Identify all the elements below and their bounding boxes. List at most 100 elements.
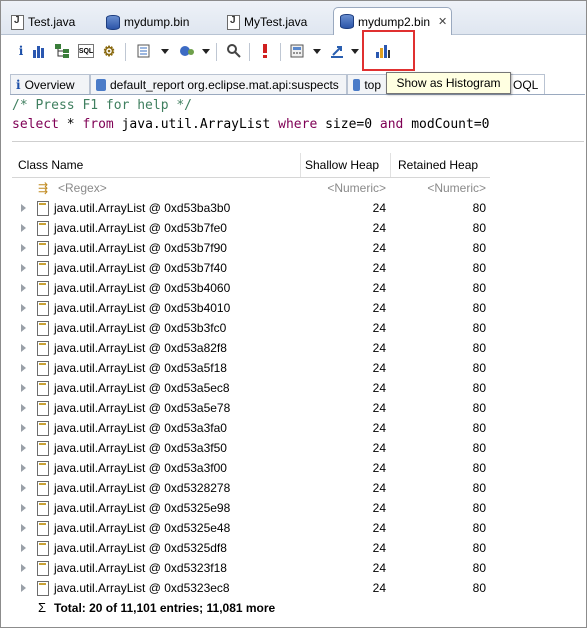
expand-arrow-icon[interactable] [21,304,26,312]
expand-arrow-icon[interactable] [21,564,26,572]
table-row[interactable]: java.util.ArrayList @ 0xd53b7fe0 24 80 [12,218,490,238]
table-row[interactable]: java.util.ArrayList @ 0xd53a82f8 24 80 [12,338,490,358]
tab-overview[interactable]: i Overview [10,74,90,94]
shallow-heap-cell: 24 [372,421,386,435]
column-header-shallow-heap[interactable]: Shallow Heap [305,158,379,172]
expand-arrow-icon[interactable] [21,284,26,292]
tab-top[interactable]: top [347,74,387,94]
report-icon [353,78,361,91]
splitter[interactable] [12,141,584,142]
table-row[interactable]: java.util.ArrayList @ 0xd5325e98 24 80 [12,498,490,518]
query-text-part: * [58,117,83,132]
expand-arrow-icon[interactable] [21,384,26,392]
expand-arrow-icon[interactable] [21,424,26,432]
table-row[interactable]: java.util.ArrayList @ 0xd53a5ec8 24 80 [12,378,490,398]
table-row[interactable]: java.util.ArrayList @ 0xd5328278 24 80 [12,478,490,498]
table-row[interactable]: java.util.ArrayList @ 0xd53a3f00 24 80 [12,458,490,478]
class-name-cell: java.util.ArrayList @ 0xd53a3fa0 [54,421,227,435]
dominator-tree-icon[interactable] [54,43,70,59]
expand-arrow-icon[interactable] [21,504,26,512]
column-header-retained-heap[interactable]: Retained Heap [398,158,478,172]
histogram-icon[interactable] [31,43,47,59]
tab-oql[interactable]: OQL [507,74,545,94]
tab-mytest-java[interactable]: MyTest.java [227,11,307,33]
tab-test-java[interactable]: Test.java [11,11,75,33]
tab-default-report[interactable]: default_report org.eclipse.mat.api:suspe… [90,74,347,94]
java-file-icon [227,14,240,30]
query-keyword: and [379,117,404,132]
oql-icon[interactable]: SQL [78,44,94,58]
query-text-part: modCount=0 [403,117,490,132]
expand-arrow-icon[interactable] [21,324,26,332]
expand-arrow-icon[interactable] [21,584,26,592]
oql-query-editor[interactable]: /* Press F1 for help */ select * from ja… [12,96,584,140]
object-icon [37,461,49,476]
query-keyword: from [82,117,114,132]
chevron-down-icon[interactable] [202,49,210,54]
table-row[interactable]: java.util.ArrayList @ 0xd5325df8 24 80 [12,538,490,558]
expand-arrow-icon[interactable] [21,364,26,372]
expand-arrow-icon[interactable] [21,204,26,212]
column-header-class-name[interactable]: Class Name [18,158,83,172]
chevron-down-icon[interactable] [351,49,359,54]
object-icon [37,421,49,436]
class-name-cell: java.util.ArrayList @ 0xd53b4010 [54,301,231,315]
table-row[interactable]: java.util.ArrayList @ 0xd53b3fc0 24 80 [12,318,490,338]
find-object-icon[interactable] [179,43,195,59]
run-query-icon[interactable] [257,43,273,59]
table-row[interactable]: java.util.ArrayList @ 0xd5323ec8 24 80 [12,578,490,598]
tab-label: mydump2.bin [358,14,431,29]
thread-overview-icon[interactable]: ⚙ [101,43,117,59]
table-row[interactable]: java.util.ArrayList @ 0xd53a5f18 24 80 [12,358,490,378]
table-row[interactable]: java.util.ArrayList @ 0xd53a5e78 24 80 [12,398,490,418]
expand-arrow-icon[interactable] [21,264,26,272]
column-divider[interactable] [300,153,301,177]
expand-arrow-icon[interactable] [21,484,26,492]
expand-arrow-icon[interactable] [21,544,26,552]
table-row[interactable]: java.util.ArrayList @ 0xd53a3fa0 24 80 [12,418,490,438]
expand-arrow-icon[interactable] [21,244,26,252]
toolbar-separator [280,43,281,61]
table-row[interactable]: java.util.ArrayList @ 0xd53a3f50 24 80 [12,438,490,458]
expand-arrow-icon[interactable] [21,404,26,412]
info-icon[interactable]: i [13,43,29,59]
tab-mydump-bin[interactable]: mydump.bin [106,11,189,33]
chevron-down-icon[interactable] [161,49,169,54]
column-divider[interactable] [390,153,391,177]
object-icon [37,441,49,456]
table-row[interactable]: java.util.ArrayList @ 0xd53b4060 24 80 [12,278,490,298]
table-row[interactable]: java.util.ArrayList @ 0xd53b4010 24 80 [12,298,490,318]
query-text-part: java.util.ArrayList [113,117,279,132]
retained-heap-cell: 80 [472,501,486,515]
tab-label: Overview [24,77,75,92]
table-row[interactable]: java.util.ArrayList @ 0xd53ba3b0 24 80 [12,198,490,218]
table-row[interactable]: java.util.ArrayList @ 0xd5325e48 24 80 [12,518,490,538]
chevron-down-icon[interactable] [313,49,321,54]
class-name-cell: java.util.ArrayList @ 0xd5328278 [54,481,231,495]
shallow-filter-input[interactable]: <Numeric> [302,181,386,195]
expand-arrow-icon[interactable] [21,524,26,532]
expand-arrow-icon[interactable] [21,344,26,352]
expand-arrow-icon[interactable] [21,444,26,452]
expand-arrow-icon[interactable] [21,464,26,472]
class-name-cell: java.util.ArrayList @ 0xd5323f18 [54,561,227,575]
regex-filter-input[interactable]: <Regex> [58,181,107,195]
calculate-heap-icon[interactable] [289,43,305,59]
search-icon[interactable] [226,43,242,59]
export-icon[interactable] [329,43,345,59]
shallow-heap-cell: 24 [372,221,386,235]
class-name-cell: java.util.ArrayList @ 0xd5325df8 [54,541,227,555]
table-row[interactable]: java.util.ArrayList @ 0xd53b7f90 24 80 [12,238,490,258]
table-header: Class Name Shallow Heap Retained Heap [12,153,490,178]
object-icon [37,261,49,276]
table-row[interactable]: java.util.ArrayList @ 0xd53b7f40 24 80 [12,258,490,278]
class-name-cell: java.util.ArrayList @ 0xd53a5e78 [54,401,231,415]
close-icon[interactable]: ✕ [438,15,447,28]
class-name-cell: java.util.ArrayList @ 0xd53a82f8 [54,341,227,355]
object-icon [37,221,49,236]
expand-arrow-icon[interactable] [21,224,26,232]
table-row[interactable]: java.util.ArrayList @ 0xd5323f18 24 80 [12,558,490,578]
retained-heap-cell: 80 [472,361,486,375]
query-browser-icon[interactable] [136,43,152,59]
retained-filter-input[interactable]: <Numeric> [392,181,486,195]
